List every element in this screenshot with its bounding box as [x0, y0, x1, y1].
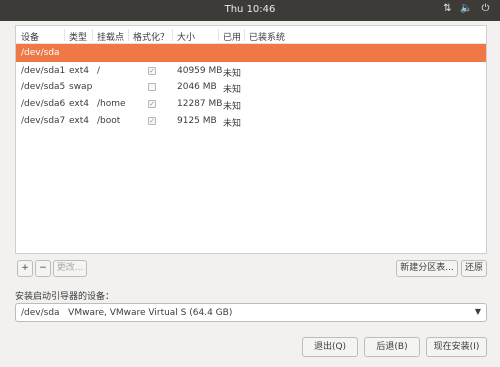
- bootloader-device-select[interactable]: /dev/sda VMware, VMware Virtual S (64.4 …: [15, 303, 487, 322]
- col-device-header[interactable]: 设备: [21, 30, 39, 43]
- row-device: /dev/sda5: [21, 82, 66, 92]
- volume-icon[interactable]: 🔈: [460, 3, 473, 14]
- revert-button[interactable]: 还原: [461, 260, 487, 277]
- new-partition-table-button[interactable]: 新建分区表...: [396, 260, 458, 277]
- format-checkbox[interactable]: [148, 83, 156, 91]
- remove-partition-button[interactable]: −: [35, 260, 51, 277]
- add-partition-button[interactable]: +: [17, 260, 33, 277]
- format-checkbox[interactable]: ✓: [148, 67, 156, 75]
- quit-button[interactable]: 退出(Q): [302, 337, 358, 357]
- table-row[interactable]: /dev/sda6 ext4 /home ✓ 12287 MB 未知: [16, 95, 486, 113]
- clock[interactable]: Thu 10:46: [0, 4, 500, 15]
- col-type-header[interactable]: 类型: [69, 30, 87, 43]
- row-type: ext4: [69, 116, 89, 126]
- col-format-header[interactable]: 格式化？: [133, 30, 169, 43]
- row-used: 未知: [223, 102, 242, 112]
- row-size: 9125 MB: [177, 116, 217, 126]
- row-device: /dev/sda6: [21, 99, 66, 109]
- table-header: 设备 类型 挂载点 格式化？ 大小 已用 已装系统: [16, 26, 486, 44]
- row-type: ext4: [69, 99, 89, 109]
- row-mount: /: [97, 66, 101, 76]
- top-bar: Thu 10:46 ⇅ 🔈 ⏻: [0, 0, 500, 21]
- col-used-header[interactable]: 已用: [223, 30, 241, 43]
- row-used: 未知: [223, 119, 242, 129]
- bootloader-device-path: /dev/sda: [21, 308, 60, 318]
- bootloader-device-description: VMware, VMware Virtual S (64.4 GB): [68, 308, 233, 318]
- network-icon[interactable]: ⇅: [441, 3, 454, 14]
- power-icon[interactable]: ⏻: [479, 3, 492, 14]
- row-type: ext4: [69, 66, 89, 76]
- row-size: 12287 MB: [177, 99, 223, 109]
- bootloader-device: /dev/sda VMware, VMware Virtual S (64.4 …: [21, 308, 232, 318]
- back-button[interactable]: 后退(B): [364, 337, 420, 357]
- row-device: /dev/sda1: [21, 66, 66, 76]
- row-mount: /boot: [97, 116, 121, 126]
- bootloader-label: 安装启动引导器的设备：: [15, 292, 115, 302]
- row-mount: /home: [97, 99, 126, 109]
- col-system-header[interactable]: 已装系统: [249, 30, 285, 43]
- table-row[interactable]: /dev/sda5 swap 2046 MB 未知: [16, 78, 486, 96]
- format-checkbox[interactable]: ✓: [148, 117, 156, 125]
- disk-row-selected[interactable]: /dev/sda: [16, 44, 486, 62]
- install-now-button[interactable]: 现在安装(I): [426, 337, 487, 357]
- col-mount-header[interactable]: 挂载点: [97, 30, 124, 43]
- row-device: /dev/sda7: [21, 116, 66, 126]
- disk-label: /dev/sda: [21, 48, 60, 58]
- row-type: swap: [69, 82, 93, 92]
- partition-table: 设备 类型 挂载点 格式化？ 大小 已用 已装系统 /dev/sda /dev/…: [15, 25, 487, 254]
- table-row[interactable]: /dev/sda7 ext4 /boot ✓ 9125 MB 未知: [16, 112, 486, 130]
- system-tray[interactable]: ⇅ 🔈 ⏻: [441, 3, 492, 14]
- col-size-header[interactable]: 大小: [177, 30, 195, 43]
- change-partition-button[interactable]: 更改...: [53, 260, 87, 277]
- row-size: 2046 MB: [177, 82, 217, 92]
- row-used: 未知: [223, 85, 242, 95]
- row-size: 40959 MB: [177, 66, 223, 76]
- format-checkbox[interactable]: ✓: [148, 100, 156, 108]
- chevron-down-icon: ▼: [474, 307, 481, 316]
